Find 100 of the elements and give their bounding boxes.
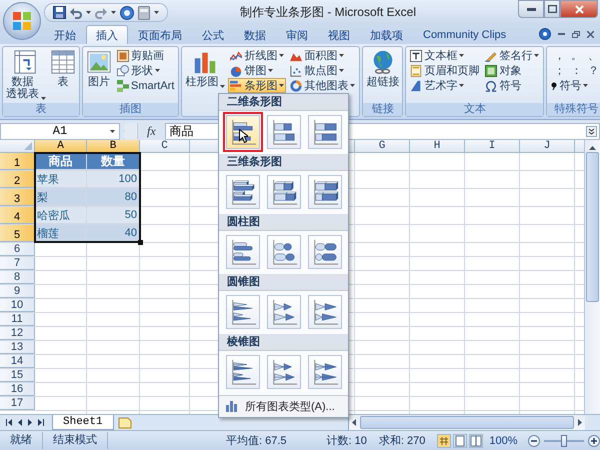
column-header[interactable]: B [87, 140, 140, 152]
ribbon-button[interactable]: 面积图 [288, 48, 358, 63]
row-header[interactable]: 7 [0, 257, 35, 270]
help-icon[interactable] [539, 28, 551, 40]
ribbon-tab[interactable]: 公式 [192, 25, 234, 44]
ribbon-tab[interactable]: 审阅 [276, 25, 318, 44]
close-button[interactable] [560, 0, 598, 18]
ribbon-button[interactable]: 对象 [483, 63, 542, 78]
zoom-level[interactable]: 100% [489, 434, 518, 446]
row-header[interactable]: 17 [0, 397, 35, 410]
section-header: 圆锥图 [219, 274, 348, 292]
column-header[interactable]: H [410, 140, 465, 152]
ribbon-button[interactable]: SmartArt [115, 78, 176, 93]
symbol-button[interactable]: ？ [587, 63, 600, 78]
horizontal-scrollbar[interactable] [348, 415, 585, 430]
symbol-button[interactable]: 、 [587, 48, 600, 63]
vertical-scrollbar[interactable] [584, 140, 600, 414]
ribbon-tab[interactable]: Community Clips [413, 25, 516, 44]
zoom-out-icon[interactable] [528, 434, 540, 446]
ribbon-tab[interactable]: 加载项 [360, 25, 413, 44]
section-header: 圆柱图 [219, 214, 348, 232]
ribbon-button[interactable]: 饼图 [228, 63, 286, 78]
caret-icon [154, 11, 159, 14]
symbol-button[interactable]: ： [570, 63, 582, 78]
maximize-button[interactable] [544, 0, 560, 18]
zoom-in-icon[interactable] [588, 434, 600, 446]
ribbon-button[interactable]: 页眉和页脚 [408, 63, 482, 78]
ribbon-tab[interactable]: 页面布局 [128, 25, 192, 44]
ribbon-button[interactable]: 图片 [85, 48, 113, 89]
ribbon-button[interactable]: 表 [49, 48, 77, 89]
close-icon[interactable] [587, 30, 594, 38]
ribbon-button[interactable]: 艺术字 [408, 78, 482, 93]
ribbon-button[interactable]: 符号 [483, 78, 542, 93]
ribbon-tab[interactable]: 开始 [44, 25, 86, 44]
next-sheet-icon[interactable] [28, 419, 32, 426]
ribbon-button[interactable]: 散点图 [288, 63, 358, 78]
ribbon-button[interactable]: 条形图 [228, 78, 286, 93]
row-header[interactable]: 11 [0, 313, 35, 326]
ribbon-button[interactable]: 数据 透视表 [5, 48, 47, 101]
symbol-button[interactable]: ； [553, 63, 566, 78]
ribbon-button[interactable]: 超链接 [365, 48, 400, 89]
insert-function-button[interactable]: fx [142, 124, 161, 138]
row-header[interactable]: 2 [0, 171, 35, 188]
column-header[interactable]: G [355, 140, 410, 152]
row-header[interactable]: 9 [0, 285, 35, 298]
save-icon[interactable] [53, 6, 66, 19]
row-header[interactable]: 8 [0, 271, 35, 284]
row-header[interactable]: 13 [0, 341, 35, 354]
column-header[interactable]: C [140, 140, 190, 152]
sheet-tab[interactable]: Sheet1 [52, 415, 114, 430]
minimize-button[interactable] [518, 0, 544, 18]
row-header[interactable]: 5 [0, 225, 35, 242]
row-header[interactable]: 6 [0, 243, 35, 256]
redo-icon[interactable] [95, 6, 107, 18]
page-layout-icon[interactable] [453, 434, 468, 448]
row-header[interactable]: 12 [0, 327, 35, 340]
ribbon-tab[interactable]: 插入 [86, 25, 128, 44]
pivot-table-icon [13, 49, 39, 75]
right-arrow-icon[interactable] [578, 419, 582, 426]
ribbon-button[interactable]: 符号 [549, 78, 600, 93]
previous-sheet-icon[interactable] [18, 419, 22, 426]
bar-chart-icon [225, 400, 237, 412]
zoom-slider-thumb[interactable] [560, 434, 567, 446]
ribbon-button[interactable]: 文本框 [408, 48, 482, 63]
ribbon-tab[interactable]: 视图 [318, 25, 360, 44]
symbol-button[interactable]: 。 [570, 48, 582, 63]
close-icon [574, 4, 584, 14]
circle-icon[interactable] [120, 6, 134, 20]
chart-type-option[interactable] [267, 175, 301, 210]
document-icon[interactable] [138, 6, 150, 20]
row-header[interactable]: 16 [0, 383, 35, 396]
column-header[interactable]: J [520, 140, 575, 152]
ribbon-button[interactable]: 折线图 [228, 48, 286, 63]
up-arrow-icon[interactable] [589, 146, 596, 150]
ribbon-button[interactable]: 签名行 [483, 48, 542, 63]
ribbon-button[interactable]: 其他图表 [288, 78, 358, 93]
ribbon-button[interactable]: 形状 [115, 63, 176, 78]
chart-type-option[interactable] [308, 175, 342, 210]
symbol-button[interactable]: ， [553, 48, 566, 63]
row-header[interactable]: 14 [0, 355, 35, 368]
last-sheet-icon[interactable] [38, 419, 44, 426]
normal-view-icon[interactable] [437, 434, 452, 448]
row-header[interactable]: 4 [0, 207, 35, 224]
ribbon-tab[interactable]: 数据 [234, 25, 276, 44]
restore-icon[interactable] [572, 30, 580, 38]
row-header[interactable]: 15 [0, 369, 35, 382]
row-header[interactable]: 1 [0, 153, 35, 170]
ribbon-button[interactable]: 剪贴画 [115, 48, 176, 63]
first-sheet-icon[interactable] [6, 419, 12, 426]
office-button[interactable] [3, 2, 41, 40]
ribbon-button[interactable]: 柱形图 [184, 48, 226, 89]
left-arrow-icon[interactable] [352, 419, 356, 426]
chart-type-option[interactable] [226, 175, 260, 210]
column-header[interactable]: I [465, 140, 520, 152]
page-break-icon[interactable] [469, 434, 484, 448]
row-header[interactable]: 10 [0, 299, 35, 312]
name-box[interactable]: A1 [0, 122, 120, 140]
column-header[interactable]: A [35, 140, 87, 152]
undo-icon[interactable] [70, 6, 82, 18]
row-header[interactable]: 3 [0, 189, 35, 206]
